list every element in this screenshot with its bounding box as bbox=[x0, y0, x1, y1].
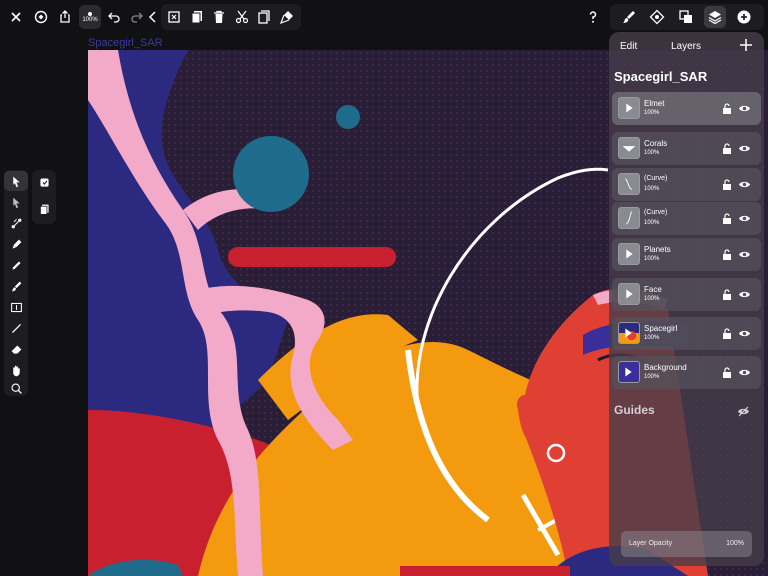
layers-panel-header: Edit Layers bbox=[609, 32, 764, 60]
app-menu-icon[interactable] bbox=[31, 7, 51, 27]
layer-thumbnail bbox=[618, 97, 640, 119]
transform-icon[interactable] bbox=[647, 7, 667, 27]
zoom-tool-icon[interactable] bbox=[4, 378, 28, 398]
copy-icon[interactable] bbox=[254, 7, 274, 27]
visibility-eye-icon[interactable] bbox=[738, 328, 751, 339]
guides-hidden-eye-icon[interactable] bbox=[737, 406, 750, 417]
unlock-icon[interactable] bbox=[722, 367, 732, 378]
zoom-button[interactable]: 100% bbox=[79, 5, 101, 29]
add-layer-icon[interactable] bbox=[739, 38, 753, 52]
eraser-tool-icon[interactable] bbox=[4, 339, 28, 359]
undo-icon[interactable] bbox=[104, 7, 124, 27]
layer-row-planets[interactable]: Planets 100% bbox=[612, 238, 761, 271]
layer-name: (Curve) bbox=[644, 209, 668, 216]
line-tool-icon[interactable] bbox=[4, 318, 28, 338]
guides-label: Guides bbox=[614, 403, 655, 417]
layer-opacity: 100% bbox=[644, 296, 660, 302]
layer-name: Face bbox=[644, 285, 662, 294]
selection-options-icon[interactable] bbox=[32, 172, 56, 192]
help-icon[interactable] bbox=[583, 7, 603, 27]
edit-button[interactable]: Edit bbox=[620, 41, 637, 52]
layer-name: Background bbox=[644, 363, 687, 372]
visibility-eye-icon[interactable] bbox=[738, 143, 751, 154]
layer-thumbnail bbox=[618, 137, 640, 159]
layer-row-corals[interactable]: Corals 100% bbox=[612, 132, 761, 165]
layer-name: Corals bbox=[644, 139, 668, 148]
unlock-icon[interactable] bbox=[722, 179, 732, 190]
layer-opacity: 100% bbox=[644, 256, 660, 262]
brush-studio-icon[interactable] bbox=[619, 7, 639, 27]
visibility-eye-icon[interactable] bbox=[738, 179, 751, 190]
tools-panel bbox=[4, 170, 28, 396]
scissors-icon[interactable] bbox=[232, 7, 252, 27]
layer-opacity: 100% bbox=[644, 374, 660, 380]
arrange-icon[interactable] bbox=[676, 7, 696, 27]
copy-options-icon[interactable] bbox=[32, 199, 56, 219]
layers-panel: Edit Layers Spacegirl_SAR Elmet 100% Cor… bbox=[609, 32, 764, 566]
unlock-icon[interactable] bbox=[722, 143, 732, 154]
layer-row-background[interactable]: Background 100% bbox=[612, 356, 761, 389]
layer-opacity: 100% bbox=[644, 220, 660, 226]
layer-row-elmet[interactable]: Elmet 100% bbox=[612, 92, 761, 125]
layer-name: Spacegirl bbox=[644, 324, 678, 333]
panel-title: Layers bbox=[671, 41, 702, 52]
layer-row-curve-2[interactable]: (Curve) 100% bbox=[612, 202, 761, 235]
visibility-eye-icon[interactable] bbox=[738, 103, 751, 114]
pen-tool-icon[interactable] bbox=[4, 234, 28, 254]
layer-thumbnail bbox=[618, 207, 640, 229]
layer-row-curve-1[interactable]: (Curve) 100% bbox=[612, 168, 761, 201]
layers-studio-icon[interactable] bbox=[704, 6, 726, 28]
zoom-label: 100% bbox=[82, 16, 98, 23]
layer-opacity: 100% bbox=[644, 150, 660, 156]
unlock-icon[interactable] bbox=[722, 213, 732, 224]
layer-name: Elmet bbox=[644, 99, 665, 108]
visibility-eye-icon[interactable] bbox=[738, 367, 751, 378]
corner-tool-icon[interactable] bbox=[4, 213, 28, 233]
layer-thumbnail bbox=[618, 322, 640, 344]
layer-opacity: 100% bbox=[644, 335, 660, 341]
paste-style-icon[interactable] bbox=[277, 7, 297, 27]
document-title: Spacegirl_SAR bbox=[88, 37, 163, 49]
move-tool-icon[interactable] bbox=[4, 171, 28, 191]
trash-icon[interactable] bbox=[209, 7, 229, 27]
deselect-icon[interactable] bbox=[164, 7, 184, 27]
duplicate-icon[interactable] bbox=[187, 7, 207, 27]
layer-thumbnail bbox=[618, 283, 640, 305]
layer-name: (Curve) bbox=[644, 175, 668, 182]
layer-thumbnail bbox=[618, 361, 640, 383]
layer-thumbnail bbox=[618, 243, 640, 265]
share-icon[interactable] bbox=[55, 7, 75, 27]
layer-opacity-label: Layer Opacity bbox=[629, 540, 673, 547]
layer-row-spacegirl[interactable]: Spacegirl 100% bbox=[612, 317, 761, 350]
layers-doc-name: Spacegirl_SAR bbox=[614, 69, 708, 84]
add-studio-icon[interactable] bbox=[734, 7, 754, 27]
layer-row-face[interactable]: Face 100% bbox=[612, 278, 761, 311]
close-icon[interactable] bbox=[6, 7, 26, 27]
brush-tool-icon[interactable] bbox=[4, 276, 28, 296]
fill-tool-icon[interactable] bbox=[4, 297, 28, 317]
visibility-eye-icon[interactable] bbox=[738, 213, 751, 224]
unlock-icon[interactable] bbox=[722, 328, 732, 339]
pencil-tool-icon[interactable] bbox=[4, 255, 28, 275]
layer-opacity-slider[interactable]: Layer Opacity 100% bbox=[621, 531, 752, 557]
context-tools-panel bbox=[32, 170, 56, 224]
layer-name: Planets bbox=[644, 245, 671, 254]
chevron-left-icon[interactable] bbox=[143, 7, 163, 27]
unlock-icon[interactable] bbox=[722, 103, 732, 114]
visibility-eye-icon[interactable] bbox=[738, 289, 751, 300]
layer-opacity: 100% bbox=[644, 110, 660, 116]
visibility-eye-icon[interactable] bbox=[738, 249, 751, 260]
node-tool-icon[interactable] bbox=[4, 192, 28, 212]
hand-tool-icon[interactable] bbox=[4, 360, 28, 380]
layer-opacity-value: 100% bbox=[726, 540, 744, 547]
top-toolbar: 100% bbox=[0, 0, 768, 34]
unlock-icon[interactable] bbox=[722, 289, 732, 300]
unlock-icon[interactable] bbox=[722, 249, 732, 260]
layer-thumbnail bbox=[618, 173, 640, 195]
layer-opacity: 100% bbox=[644, 186, 660, 192]
